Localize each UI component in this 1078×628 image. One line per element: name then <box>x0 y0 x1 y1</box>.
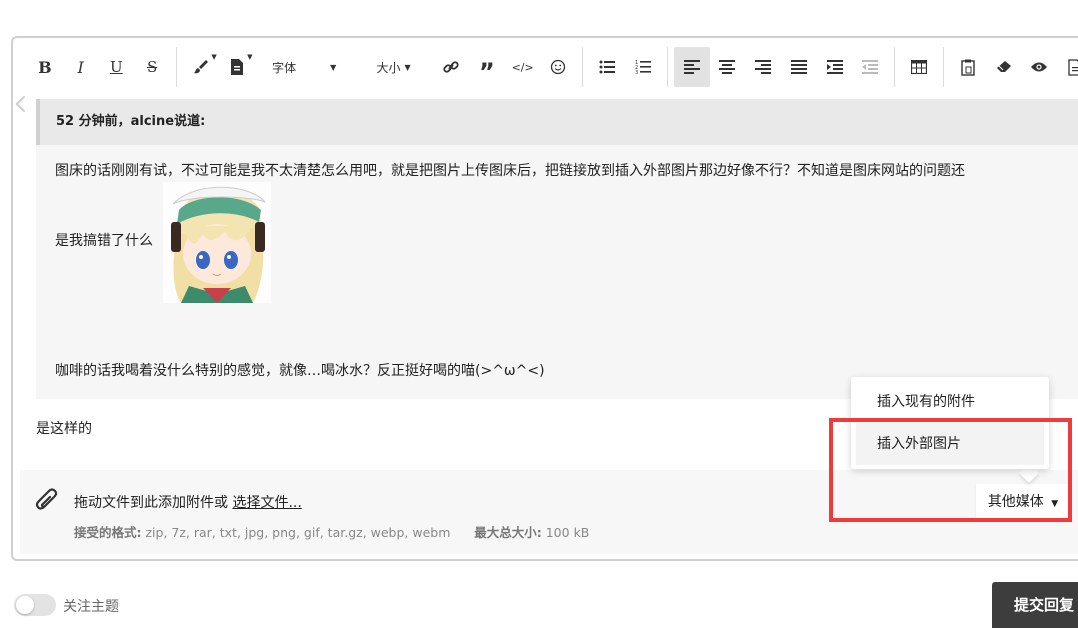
max-size-label: 最大总大小: <box>474 525 542 540</box>
preview-button[interactable] <box>1022 47 1058 87</box>
chevron-down-icon: ▼ <box>404 62 411 72</box>
toggle-knob <box>16 596 34 614</box>
numbered-list-button[interactable]: 123 <box>625 47 661 87</box>
align-center-button[interactable] <box>710 47 746 87</box>
underline-icon: U <box>110 58 123 76</box>
follow-topic-label: 关注主题 <box>63 599 119 615</box>
toolbar-divider <box>582 47 584 87</box>
indent-icon <box>826 60 843 74</box>
table-button[interactable] <box>901 47 937 87</box>
clipboard-icon <box>961 59 975 76</box>
document-icon <box>230 59 243 75</box>
underline-button[interactable]: U <box>99 47 135 87</box>
eraser-icon <box>996 61 1011 72</box>
justify-button[interactable] <box>781 47 817 87</box>
source-button[interactable] <box>1057 47 1078 87</box>
font-size-dropdown[interactable]: 大小 ▼ <box>354 47 433 87</box>
anime-girl-image <box>163 182 271 303</box>
quote-line: 图床的话刚刚有试，不过可能是我不太清楚怎么用吧，就是把图片上传图床后，把链接放到… <box>55 163 965 179</box>
link-icon <box>443 61 459 73</box>
strikethrough-button[interactable]: S <box>134 47 170 87</box>
paperclip-icon <box>35 488 58 510</box>
outdent-button[interactable] <box>853 47 889 87</box>
quoted-message: 52 分钟前，alcine说道: 图床的话刚刚有试，不过可能是我不太清楚怎么用吧… <box>36 99 1078 399</box>
text-color-button[interactable]: ▼ <box>183 47 219 87</box>
outdent-icon <box>862 60 879 74</box>
file-text-icon <box>1068 58 1078 76</box>
quote-icon: ” <box>479 58 495 86</box>
code-icon: </> <box>511 60 534 74</box>
table-icon <box>911 60 928 74</box>
italic-icon: I <box>77 57 84 77</box>
choose-file-link[interactable]: 选择文件... <box>232 495 301 511</box>
toolbar-divider <box>943 47 945 87</box>
follow-topic-toggle[interactable] <box>14 594 56 616</box>
bold-icon: B <box>38 57 52 77</box>
link-button[interactable] <box>433 47 469 87</box>
highlight-annotation-box <box>829 418 1072 522</box>
reply-content[interactable]: 是这样的 <box>36 418 92 438</box>
dropzone-text: 拖动文件到此添加附件或 选择文件... <box>74 492 302 512</box>
align-right-icon <box>755 60 772 74</box>
accepted-label: 接受的格式: <box>74 525 142 540</box>
clear-format-button[interactable] <box>986 47 1022 87</box>
editor-toolbar: B I U S ▼ ▼ 字体 ▼ 大小 ▼ ” </> 1 2 3 <box>13 44 1078 90</box>
align-justify-icon <box>790 60 807 74</box>
emoji-button[interactable] <box>541 47 577 87</box>
font-family-dropdown[interactable]: 字体 ▼ <box>255 47 354 87</box>
quote-line: 咖啡的话我喝着没什么特别的感觉，就像…喝冰水？反正挺好喝的喵(>^ω^<) <box>55 363 545 379</box>
paste-button[interactable] <box>950 47 986 87</box>
align-left-icon <box>683 60 700 74</box>
max-size-value: 100 kB <box>545 525 590 540</box>
drop-instructions: 拖动文件到此添加附件或 <box>74 495 233 511</box>
menu-item-insert-existing-attachment[interactable]: 插入现有的附件 <box>851 381 1049 423</box>
accepted-formats-info: 接受的格式: zip, 7z, rar, txt, jpg, png, gif,… <box>74 522 589 541</box>
indent-button[interactable] <box>817 47 853 87</box>
font-size-label: 大小 <box>376 60 401 75</box>
align-left-button[interactable] <box>673 47 710 87</box>
svg-text:3: 3 <box>635 70 638 75</box>
paragraph-style-button[interactable]: ▼ <box>219 47 255 87</box>
accepted-formats: zip, 7z, rar, txt, jpg, png, gif, tar.gz… <box>145 525 451 540</box>
italic-button[interactable]: I <box>63 47 99 87</box>
toolbar-divider <box>176 47 177 87</box>
eye-icon <box>1031 62 1048 72</box>
bold-button[interactable]: B <box>27 47 63 87</box>
align-right-button[interactable] <box>745 47 781 87</box>
bullet-list-icon <box>599 60 616 74</box>
align-center-icon <box>719 60 736 74</box>
toolbar-divider <box>894 47 896 87</box>
numbered-list-icon: 123 <box>635 60 651 75</box>
paint-brush-icon <box>193 60 208 74</box>
quote-button[interactable]: ” <box>469 47 505 87</box>
code-button[interactable]: </> <box>505 47 541 87</box>
bullet-list-button[interactable] <box>589 47 625 87</box>
quote-author-header: 52 分钟前，alcine说道: <box>36 99 1078 145</box>
editor-pointer <box>15 95 33 113</box>
smiley-icon <box>551 59 566 75</box>
submit-reply-button[interactable]: 提交回复 <box>992 582 1078 628</box>
strikethrough-icon: S <box>146 58 158 76</box>
font-family-label: 字体 <box>272 60 297 75</box>
chevron-down-icon: ▼ <box>330 62 337 72</box>
toolbar-divider <box>666 47 668 87</box>
quote-line: 是我搞错了什么 <box>55 233 153 249</box>
